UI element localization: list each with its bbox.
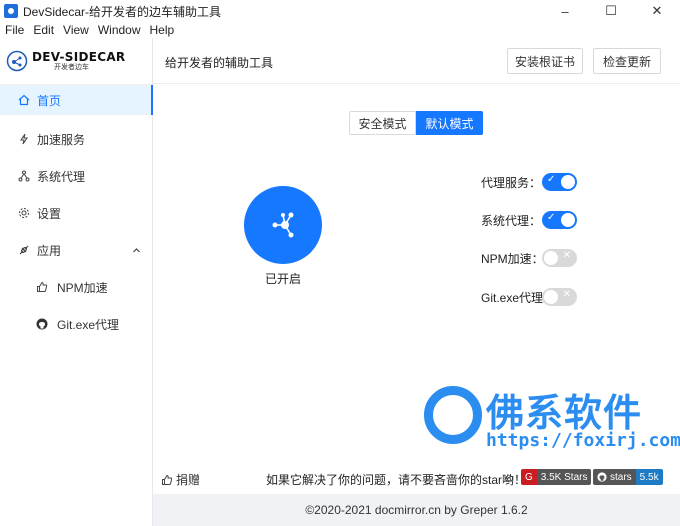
menu-window[interactable]: Window [98,23,141,37]
github-stars-count: 5.5k [635,469,663,485]
sidebar-item-acceleration[interactable]: 加速服务 [0,124,153,154]
system-proxy-toggle[interactable]: ✓ [542,211,577,229]
menu-help[interactable]: Help [150,23,175,37]
check-update-button[interactable]: 检查更新 [593,48,661,74]
like-icon [162,474,173,485]
gear-icon [18,207,30,219]
safe-mode-button[interactable]: 安全模式 [349,111,416,135]
sidebar-item-label: 应用 [37,243,62,258]
logo-subtitle: 开发者边车 [54,64,89,71]
proxy-status-text: 已开启 [264,272,301,286]
sidebar-item-home[interactable]: 首页 [0,85,153,115]
watermark-url: https://foxirj.com [486,430,680,451]
thunder-icon [18,133,30,145]
install-cert-button[interactable]: 安装根证书 [507,48,583,74]
sidebar-item-label: 系统代理 [37,169,86,184]
title-bar: DevSidecar-给开发者的边车辅助工具 – ☐ ✕ [0,0,680,22]
sidebar-item-system-proxy[interactable]: 系统代理 [0,161,153,191]
github-icon [597,472,607,482]
maximize-button[interactable]: ☐ [588,0,634,22]
sidebar-item-label: Git.exe代理 [57,317,120,332]
proxy-service-toggle[interactable]: ✓ [542,173,577,191]
github-stars-badge[interactable]: stars 5.5k [593,469,663,485]
footer-bar: 捐赠 如果它解决了你的问题，请不要吝啬你的star哟！ ☺ G 3.5K Sta… [153,466,680,490]
page-title: 给开发者的辅助工具 [165,56,274,70]
sidebar-item-label: 首页 [37,93,62,108]
npm-acceleration-toggle[interactable]: ✕ [542,249,577,267]
setting-label-git: Git.exe代理 [481,290,544,305]
github-icon [36,318,48,330]
gitee-stars-count: 3.5K Stars [536,469,592,485]
menu-view[interactable]: View [63,23,89,37]
mode-switch: 安全模式 默认模式 [349,111,483,135]
sidebar-item-settings[interactable]: 设置 [0,198,153,228]
git-proxy-toggle[interactable]: ✕ [542,288,577,306]
gitee-icon: G [521,469,537,485]
setting-label-system-proxy: 系统代理： [481,213,542,228]
sidebar-item-git[interactable]: Git.exe代理 [0,309,153,339]
watermark-text: 佛系软件 [486,391,643,435]
proxy-start-button[interactable] [244,186,322,264]
logo-title: DEV-SIDECAR [32,50,126,64]
github-badge-label: stars [593,469,636,485]
star-notice: 如果它解决了你的问题，请不要吝啬你的star哟！ [266,473,527,487]
app-icon [4,4,18,18]
home-icon [18,94,30,106]
setting-label-proxy-service: 代理服务： [481,175,542,190]
sidebar-item-label: NPM加速 [57,280,108,295]
watermark: 佛系软件 https://foxirj.com [420,382,680,462]
watermark-logo-icon [424,386,482,444]
check-icon: ✓ [547,174,556,185]
close-icon: ✕ [562,250,571,261]
default-mode-button[interactable]: 默认模式 [416,111,483,135]
setting-label-npm: NPM加速： [481,251,544,266]
sidebar-item-label: 设置 [37,206,62,221]
donate-link[interactable]: 捐赠 [161,471,200,488]
copyright-footer: ©2020-2021 docmirror.cn by Greper 1.6.2 [153,494,680,526]
share-nodes-icon [272,212,294,238]
donate-label: 捐赠 [176,473,201,487]
smile-icon: ☺ [503,471,516,485]
sidebar-item-apps[interactable]: 应用 [0,235,153,265]
sidebar-item-npm[interactable]: NPM加速 [0,272,153,302]
sidebar-item-label: 加速服务 [37,132,86,147]
check-icon: ✓ [547,212,556,223]
logo-icon [6,50,28,72]
network-icon [18,170,30,182]
gitee-stars-badge[interactable]: G 3.5K Stars [521,469,592,485]
like-icon [36,281,48,293]
menu-file[interactable]: File [5,23,24,37]
logo: DEV-SIDECAR 开发者边车 [0,38,152,85]
menu-bar: File Edit View Window Help [0,22,680,38]
close-icon: ✕ [562,289,571,300]
page-header: 给开发者的辅助工具 安装根证书 检查更新 [153,38,680,84]
chevron-up-icon[interactable] [132,244,141,258]
window-title: DevSidecar-给开发者的边车辅助工具 [23,4,222,19]
menu-edit[interactable]: Edit [33,23,54,37]
minimize-button[interactable]: – [542,0,588,22]
api-icon [18,244,30,256]
close-button[interactable]: ✕ [634,0,680,22]
